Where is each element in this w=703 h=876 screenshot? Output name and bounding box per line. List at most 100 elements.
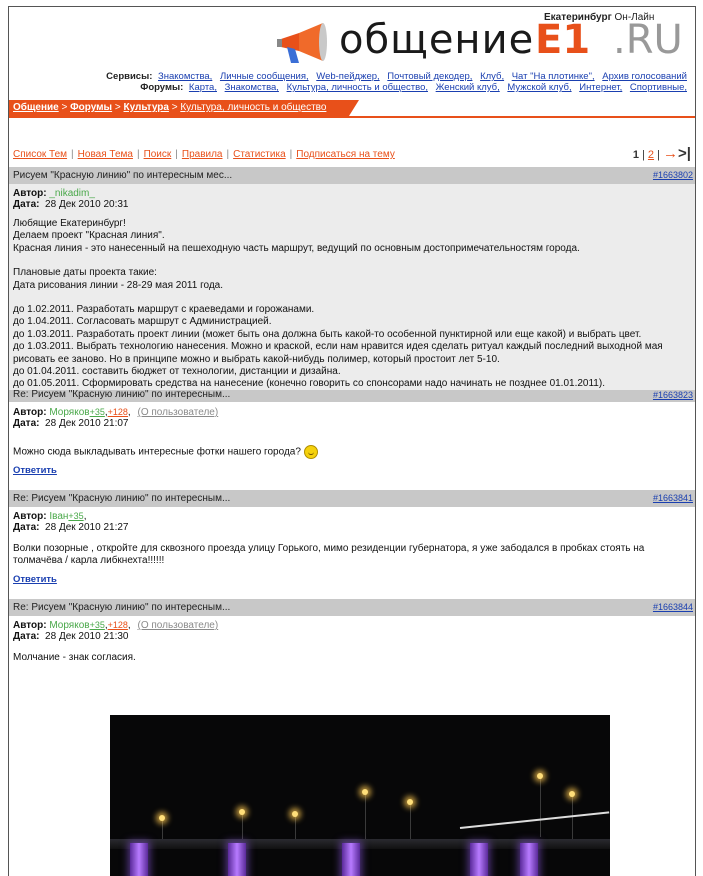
about-user-link[interactable]: (О пользователе) bbox=[137, 407, 218, 418]
lamp-pole bbox=[410, 803, 411, 843]
nav-sep: | bbox=[226, 149, 230, 160]
post-date: 28 Дек 2010 21:30 bbox=[45, 631, 129, 642]
forum-link[interactable]: Спортивные, bbox=[630, 82, 687, 93]
nav-subscribe[interactable]: Подписаться на тему bbox=[296, 149, 395, 160]
post-line: до 1.03.2011. Разработать проект линии (… bbox=[13, 328, 642, 340]
bridge-pillar bbox=[130, 843, 148, 876]
post-meta: Автор: Іван+35, Дата: 28 Дек 2010 21:27 bbox=[13, 511, 129, 533]
forum-link[interactable]: Мужской клуб, bbox=[507, 82, 571, 93]
post-paragraph: Любящие Екатеринбург! Делаем проект "Кра… bbox=[13, 218, 693, 255]
post-text: Волки позорные , откройте для сквозного … bbox=[13, 543, 645, 567]
forum-link[interactable]: Культура, личность и общество, bbox=[287, 82, 428, 93]
author-label: Автор: bbox=[13, 407, 47, 418]
post-body: Автор: Моряков+35,+128, (О пользователе)… bbox=[9, 403, 695, 490]
forum-link[interactable]: Знакомства, bbox=[225, 82, 279, 93]
service-link[interactable]: Архив голосований bbox=[602, 71, 687, 82]
services-label: Сервисы: bbox=[106, 71, 153, 82]
nav-topic-list[interactable]: Список Тем bbox=[13, 149, 67, 160]
post-line: Дата рисования линии - 28-29 мая 2011 го… bbox=[13, 279, 224, 291]
last-page-icon[interactable]: >| bbox=[678, 145, 691, 162]
rating-badge[interactable]: +35 bbox=[90, 407, 105, 417]
nav-sep: | bbox=[175, 149, 178, 160]
about-user-link[interactable]: (О пользователе) bbox=[137, 620, 218, 631]
post-header: Re: Рисуем "Красную линию" по интересным… bbox=[9, 390, 695, 402]
night-bridge-photo bbox=[110, 715, 610, 876]
service-link[interactable]: Личные сообщения, bbox=[220, 71, 309, 82]
street-lamp bbox=[159, 815, 165, 821]
author-nick[interactable]: Моряков bbox=[49, 620, 89, 631]
author-label: Автор: bbox=[13, 511, 47, 522]
breadcrumb-underline bbox=[9, 116, 695, 118]
services-row: Сервисы: Знакомства, Личные сообщения, W… bbox=[106, 71, 687, 82]
street-lamp bbox=[569, 791, 575, 797]
smiley-icon bbox=[303, 445, 318, 459]
breadcrumb-item[interactable]: Форумы bbox=[70, 102, 112, 113]
service-link[interactable]: Почтовый декодер, bbox=[387, 71, 472, 82]
post-id-link[interactable]: #1663844 bbox=[653, 599, 693, 616]
nav-search[interactable]: Поиск bbox=[144, 149, 172, 160]
post-text: Молчание - знак согласия. bbox=[13, 652, 136, 663]
post-id-link[interactable]: #1663802 bbox=[653, 167, 693, 184]
rating-badge[interactable]: +35 bbox=[68, 511, 83, 521]
next-arrow-icon[interactable]: → bbox=[663, 145, 678, 162]
post-line: Красная линия - это нанесенный на пешехо… bbox=[13, 242, 580, 254]
forum-link[interactable]: Интернет, bbox=[579, 82, 622, 93]
post-paragraph: Плановые даты проекта такие: Дата рисова… bbox=[13, 267, 693, 292]
forums-label: Форумы: bbox=[140, 82, 184, 93]
logo-e1[interactable]: E1 bbox=[535, 17, 590, 63]
reply-link[interactable]: Ответить bbox=[13, 574, 693, 586]
post-date: 28 Дек 2010 20:31 bbox=[45, 199, 129, 210]
date-label: Дата: bbox=[13, 199, 40, 210]
service-link[interactable]: Знакомства, bbox=[158, 71, 212, 82]
pager-sep: | bbox=[638, 149, 648, 161]
service-link[interactable]: Клуб, bbox=[480, 71, 504, 82]
post-line: до 01.05.2011. Сформировать средства на … bbox=[13, 378, 605, 390]
author-label: Автор: bbox=[13, 188, 47, 199]
post-date: 28 Дек 2010 21:07 bbox=[45, 418, 129, 429]
megaphone-icon bbox=[277, 23, 327, 63]
service-link[interactable]: Чат "На плотинке", bbox=[512, 71, 595, 82]
post-id-link[interactable]: #1663841 bbox=[653, 490, 693, 507]
nav-new-topic[interactable]: Новая Тема bbox=[78, 149, 133, 160]
post-title: Re: Рисуем "Красную линию" по интересным… bbox=[13, 602, 231, 613]
post-meta: Автор: Моряков+35,+128, (О пользователе)… bbox=[13, 620, 219, 642]
post-id-link[interactable]: #1663823 bbox=[653, 390, 693, 400]
breadcrumb-item[interactable]: Культура bbox=[124, 102, 169, 113]
page-frame: Екатеринбург Он-Лайн общение E1 .RU Серв… bbox=[8, 6, 696, 876]
breadcrumb-item[interactable]: Общение bbox=[13, 102, 59, 113]
post-line: до 1.02.2011. Разработать маршрут с крае… bbox=[13, 304, 315, 316]
breadcrumb-sep: > bbox=[58, 102, 71, 113]
author-nick[interactable]: _nikadim_ bbox=[49, 188, 95, 199]
post-line: до 01.04.2011. составить бюджет от техно… bbox=[13, 366, 341, 378]
rating-badge[interactable]: +128 bbox=[108, 620, 128, 630]
rating-badge[interactable]: +128 bbox=[108, 407, 128, 417]
post-line: Плановые даты проекта такие: bbox=[13, 267, 157, 279]
post-meta: Автор: Моряков+35,+128, (О пользователе)… bbox=[13, 407, 219, 429]
nav-rules[interactable]: Правила bbox=[182, 149, 223, 160]
nav-stats[interactable]: Статистика bbox=[233, 149, 286, 160]
author-nick[interactable]: Моряков bbox=[49, 407, 89, 418]
post-body: Автор: Іван+35, Дата: 28 Дек 2010 21:27 … bbox=[9, 507, 695, 599]
post-meta: Автор: _nikadim_ Дата: 28 Дек 2010 20:31 bbox=[13, 188, 693, 210]
street-lamp bbox=[407, 799, 413, 805]
rating-badge[interactable]: +35 bbox=[90, 620, 105, 630]
post-body: Автор: _nikadim_ Дата: 28 Дек 2010 20:31… bbox=[9, 184, 695, 390]
forum-link[interactable]: Карта, bbox=[189, 82, 217, 93]
reply-link[interactable]: Ответить bbox=[13, 465, 693, 477]
date-label: Дата: bbox=[13, 522, 40, 533]
service-link[interactable]: Web-пейджер, bbox=[316, 71, 379, 82]
breadcrumb: Общение > Форумы > Культура > Культура, … bbox=[9, 100, 359, 116]
post-text: Можно сюда выкладывать интересные фотки … bbox=[13, 446, 301, 458]
street-lamp bbox=[292, 811, 298, 817]
logo-ru: .RU bbox=[613, 17, 683, 63]
breadcrumb-sep: > bbox=[168, 102, 181, 113]
breadcrumb-sep: > bbox=[112, 102, 124, 113]
pager-sep: | bbox=[654, 149, 664, 161]
forum-link[interactable]: Женский клуб, bbox=[436, 82, 500, 93]
breadcrumb-item[interactable]: Культура, личность и общество bbox=[180, 102, 326, 113]
logo-word[interactable]: общение bbox=[339, 17, 534, 63]
bridge-railing-light bbox=[459, 811, 610, 829]
post-title: Re: Рисуем "Красную линию" по интересным… bbox=[13, 390, 231, 400]
post-date: 28 Дек 2010 21:27 bbox=[45, 522, 129, 533]
author-nick[interactable]: Іван bbox=[49, 511, 68, 522]
